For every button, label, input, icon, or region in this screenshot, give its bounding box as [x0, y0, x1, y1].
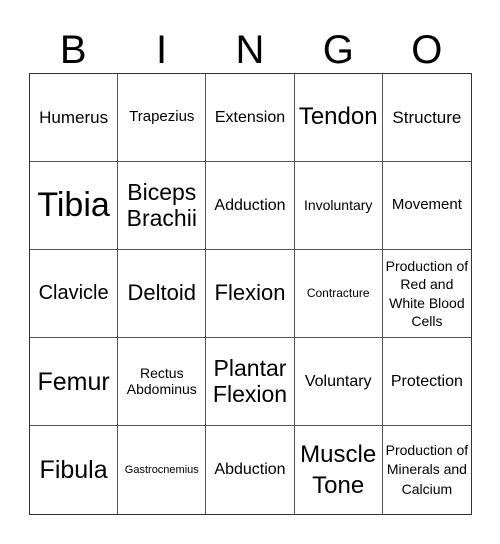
- bingo-cell[interactable]: Deltoid: [118, 250, 207, 338]
- header-letter-i: I: [156, 28, 168, 72]
- bingo-cell[interactable]: Fibula: [30, 426, 119, 514]
- cell-text: Clavicle: [38, 282, 109, 305]
- bingo-cell[interactable]: Clavicle: [30, 250, 119, 338]
- bingo-header: B I N G O: [29, 28, 471, 72]
- cell-text: Protection: [390, 372, 463, 390]
- bingo-cell[interactable]: Humerus: [30, 74, 119, 162]
- cell-text: Involuntary: [303, 196, 373, 213]
- bingo-cell[interactable]: Trapezius: [118, 74, 207, 162]
- header-letter-n: N: [235, 28, 265, 72]
- header-letter-g: G: [322, 28, 354, 72]
- bingo-cell[interactable]: Structure: [382, 74, 471, 162]
- bingo-cell[interactable]: Production of Minerals and Calcium: [383, 426, 471, 514]
- bingo-cell[interactable]: Production of Red and White Blood Cells: [382, 250, 471, 338]
- cell-text: Contracture: [306, 285, 370, 300]
- cell-text: Production of Minerals and Calcium: [385, 441, 469, 497]
- bingo-cell[interactable]: Rectus Abdominus: [118, 338, 207, 426]
- bingo-cell[interactable]: Adduction: [206, 162, 295, 250]
- cell-text: Trapezius: [129, 108, 195, 126]
- header-letter-o: O: [411, 28, 443, 72]
- cell-text: Tendon: [298, 103, 378, 131]
- cell-text: Extension: [214, 108, 286, 126]
- bingo-grid: Humerus Trapezius Extension Tendon Struc…: [29, 73, 472, 515]
- cell-text: Tibia: [37, 186, 110, 225]
- cell-text: Fibula: [39, 456, 108, 484]
- cell-text: Muscle Tone: [300, 440, 377, 499]
- bingo-cell[interactable]: Plantar Flexion: [206, 338, 295, 426]
- bingo-cell[interactable]: Voluntary: [294, 338, 383, 426]
- bingo-cell[interactable]: Biceps Brachii: [118, 162, 207, 250]
- cell-text: Structure: [392, 107, 462, 127]
- bingo-cell[interactable]: Femur: [30, 338, 119, 426]
- cell-text: Production of Red and White Blood Cells: [385, 258, 469, 329]
- cell-text: Deltoid: [127, 280, 197, 306]
- cell-text: Rectus Abdominus: [126, 364, 197, 397]
- cell-text: Voluntary: [304, 372, 372, 390]
- bingo-cell[interactable]: Tibia: [30, 162, 119, 250]
- bingo-cell[interactable]: Flexion: [206, 250, 295, 338]
- bingo-cell[interactable]: Abduction: [206, 426, 295, 514]
- cell-text: Plantar Flexion: [212, 354, 288, 407]
- header-letter-b: B: [59, 28, 87, 72]
- bingo-cell[interactable]: Protection: [382, 338, 471, 426]
- cell-text: Adduction: [214, 196, 286, 214]
- bingo-cell[interactable]: Tendon: [294, 74, 383, 162]
- cell-text: Gastrocnemius: [124, 463, 199, 476]
- bingo-cell[interactable]: Movement: [382, 162, 471, 250]
- bingo-cell[interactable]: Muscle Tone: [295, 426, 383, 514]
- cell-text: Biceps Brachii: [126, 178, 197, 231]
- cell-text: Abduction: [214, 461, 286, 479]
- bingo-cell[interactable]: Gastrocnemius: [118, 426, 207, 514]
- cell-text: Humerus: [39, 107, 109, 127]
- cell-text: Flexion: [214, 280, 286, 306]
- bingo-cell[interactable]: Contracture: [294, 250, 383, 338]
- bingo-cell[interactable]: Involuntary: [294, 162, 383, 250]
- cell-text: Movement: [391, 196, 462, 214]
- cell-text: Femur: [37, 367, 110, 396]
- bingo-cell[interactable]: Extension: [206, 74, 295, 162]
